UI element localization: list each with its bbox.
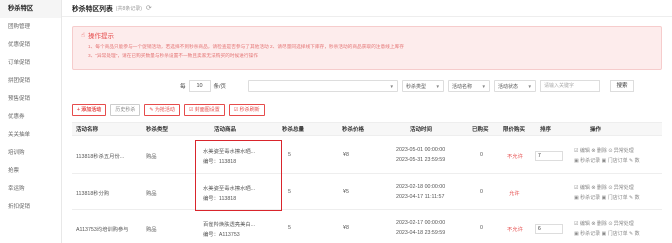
start-time: 2023-02-17 00:00:00 bbox=[396, 220, 446, 226]
col-sort: 排序 bbox=[540, 127, 552, 133]
start-time: 2023-05-01 00:00:00 bbox=[396, 147, 446, 153]
end-time: 2023-04-17 11:11:57 bbox=[396, 194, 445, 200]
seckill-price: ¥8 bbox=[343, 225, 349, 231]
tips-title: 操作提示 bbox=[87, 33, 114, 40]
bought-count: 0 bbox=[480, 189, 483, 195]
tips-header: ☝ 操作提示 bbox=[81, 30, 653, 40]
row-ops-secondary[interactable]: ▣ 秒杀记录 ▣ 门店订单 ✎ 数 bbox=[574, 194, 640, 201]
tips-panel: ☝ 操作提示 1、每个商品只能参与一个促销活动，若选择不到秒杀商品，请检查是否参… bbox=[72, 26, 662, 70]
seckill-type: 购品 bbox=[146, 227, 157, 233]
filter-bar: ▼ 秒杀类型 ▼ 活动名称 ▼ 活动状态 ▼ 请输入关键字 搜索 bbox=[248, 80, 634, 92]
activity-status-select[interactable]: 活动状态 ▼ bbox=[494, 80, 536, 92]
col-ops: 操作 bbox=[590, 127, 602, 133]
limit-status: 允许 bbox=[509, 191, 520, 197]
page-size-input[interactable]: 10 bbox=[188, 80, 211, 92]
sidebar-item-lucky[interactable]: 幸运购 bbox=[0, 180, 61, 198]
record-count: (共8条记录) bbox=[115, 5, 142, 12]
bought-count: 0 bbox=[480, 152, 483, 158]
chevron-down-icon: ▼ bbox=[435, 83, 440, 89]
activity-name[interactable]: 113818秒杀五月份... bbox=[76, 152, 124, 160]
seckill-type: 购品 bbox=[146, 154, 157, 160]
row-ops-secondary[interactable]: ▣ 秒杀记录 ▣ 门店订单 ✎ 数 bbox=[574, 230, 640, 237]
seckill-total: 5 bbox=[288, 152, 291, 158]
seckill-type-select[interactable]: 秒杀类型 ▼ bbox=[402, 80, 444, 92]
cover-settings-button[interactable]: ☑ 封面图设置 bbox=[183, 104, 225, 116]
search-button[interactable]: 搜索 bbox=[610, 80, 634, 92]
batch-button[interactable]: ✎ 为抢活动 bbox=[144, 104, 180, 116]
sidebar-item-ticket[interactable]: 抢票 bbox=[0, 162, 61, 180]
start-time: 2023-02-18 00:00:00 bbox=[396, 184, 446, 190]
sidebar-item-lottery[interactable]: 关关抽单 bbox=[0, 126, 61, 144]
add-activity-button[interactable]: + 添加活动 bbox=[72, 104, 107, 116]
bought-count: 0 bbox=[480, 225, 483, 231]
col-limit: 限价购买 bbox=[503, 127, 526, 133]
product-code: 编号：A113753 bbox=[203, 232, 240, 238]
table-row: 113818秒杀五月份... 购品 水美姿至毒水擦水晒... 编号：113818… bbox=[72, 137, 662, 174]
page-size-prefix: 每 bbox=[180, 84, 186, 90]
sidebar-item-group-buy[interactable]: 团购管理 bbox=[0, 18, 61, 36]
tip-line: 3、"异常处理"，请在已购买数量与秒杀设置不一致且卖家无法购买的时候进行操作 bbox=[88, 53, 258, 58]
end-time: 2023-05-31 23:59:59 bbox=[396, 157, 446, 163]
sidebar-item-discount-promo[interactable]: 折扣促销 bbox=[0, 198, 61, 216]
col-total: 秒杀总量 bbox=[282, 127, 305, 133]
empty-select[interactable]: ▼ bbox=[248, 80, 398, 92]
history-button[interactable]: 历史秒杀 bbox=[110, 104, 141, 116]
sidebar-item-training[interactable]: 培训购 bbox=[0, 144, 61, 162]
col-price: 秒杀价格 bbox=[342, 127, 365, 133]
chevron-down-icon: ▼ bbox=[527, 83, 532, 89]
activity-name[interactable]: 113818秒分购 bbox=[76, 189, 109, 197]
seckill-total: 5 bbox=[288, 225, 291, 231]
action-bar: + 添加活动 历史秒杀 ✎ 为抢活动 ☑ 封面图设置 ☑ 秒杀刷新 bbox=[72, 104, 265, 116]
sidebar-item-order-promo[interactable]: 订单促销 bbox=[0, 54, 61, 72]
tip-line: 1、每个商品只能参与一个促销活动，若选择不到秒杀商品，请检查是否参与了其他活动 … bbox=[88, 43, 404, 49]
chevron-down-icon: ▼ bbox=[481, 83, 486, 89]
col-product: 活动商品 bbox=[214, 127, 237, 133]
activity-name[interactable]: A113753均培训购参与 bbox=[76, 225, 129, 233]
seckill-price: ¥8 bbox=[343, 152, 349, 158]
sidebar-item-seckill[interactable]: 秒杀特区 bbox=[0, 0, 61, 18]
page-header: 秒杀特区列表 (共8条记录) ⟳ bbox=[62, 0, 672, 17]
limit-status: 不允许 bbox=[507, 154, 523, 160]
row-ops-primary[interactable]: ☑ 编辑 ⊗ 删除 ⊙ 异常处理 bbox=[574, 184, 634, 191]
page-size-control: 每 10 条/页 bbox=[180, 80, 226, 92]
sidebar: 秒杀特区 团购管理 优惠促销 订单促销 拼团促销 预售促销 优惠券 关关抽单 培… bbox=[0, 0, 62, 243]
row-ops-primary[interactable]: ☑ 编辑 ⊗ 删除 ⊙ 异常处理 bbox=[574, 147, 634, 154]
product-name[interactable]: 百雀羚焕肤透亮美白... bbox=[203, 220, 255, 228]
limit-status: 不允许 bbox=[507, 227, 523, 233]
chevron-down-icon: ▼ bbox=[389, 83, 394, 89]
col-bought: 已购买 bbox=[472, 127, 489, 133]
table-row: A113753均培训购参与 购品 百雀羚焕肤透亮美白... 编号：A113753… bbox=[72, 210, 662, 243]
hand-icon: ☝ bbox=[81, 32, 85, 39]
search-input[interactable]: 请输入关键字 bbox=[540, 80, 600, 92]
sidebar-item-discount[interactable]: 优惠促销 bbox=[0, 36, 61, 54]
highlight-box bbox=[195, 140, 282, 211]
end-time: 2023-04-18 23:59:59 bbox=[396, 230, 446, 236]
sidebar-item-coupon[interactable]: 优惠券 bbox=[0, 108, 61, 126]
sidebar-item-presale[interactable]: 预售促销 bbox=[0, 90, 61, 108]
col-activity-name: 活动名称 bbox=[76, 127, 99, 133]
row-ops-secondary[interactable]: ▣ 秒杀记录 ▣ 门店订单 ✎ 数 bbox=[574, 157, 640, 164]
table-row: 113818秒分购 购品 水美姿至毒水擦水晒... 编号：113818 5 ¥5… bbox=[72, 174, 662, 210]
seckill-refresh-button[interactable]: ☑ 秒杀刷新 bbox=[228, 104, 265, 116]
col-time: 活动时间 bbox=[410, 127, 433, 133]
refresh-icon[interactable]: ⟳ bbox=[146, 4, 152, 12]
col-seckill-type: 秒杀类型 bbox=[146, 127, 169, 133]
table-header: 活动名称 秒杀类型 活动商品 秒杀总量 秒杀价格 活动时间 已购买 限价购买 排… bbox=[72, 122, 662, 136]
seckill-price: ¥5 bbox=[343, 189, 349, 195]
sort-input[interactable]: 6 bbox=[535, 224, 563, 234]
page-title: 秒杀特区列表 bbox=[72, 6, 113, 13]
activity-name-select[interactable]: 活动名称 ▼ bbox=[448, 80, 490, 92]
seckill-total: 5 bbox=[288, 189, 291, 195]
sort-input[interactable]: 7 bbox=[535, 151, 563, 161]
sidebar-item-group-promo[interactable]: 拼团促销 bbox=[0, 72, 61, 90]
seckill-type: 购品 bbox=[146, 191, 157, 197]
page-size-suffix: 条/页 bbox=[213, 84, 227, 90]
row-ops-primary[interactable]: ☑ 编辑 ⊗ 删除 ⊙ 异常处理 bbox=[574, 220, 634, 227]
